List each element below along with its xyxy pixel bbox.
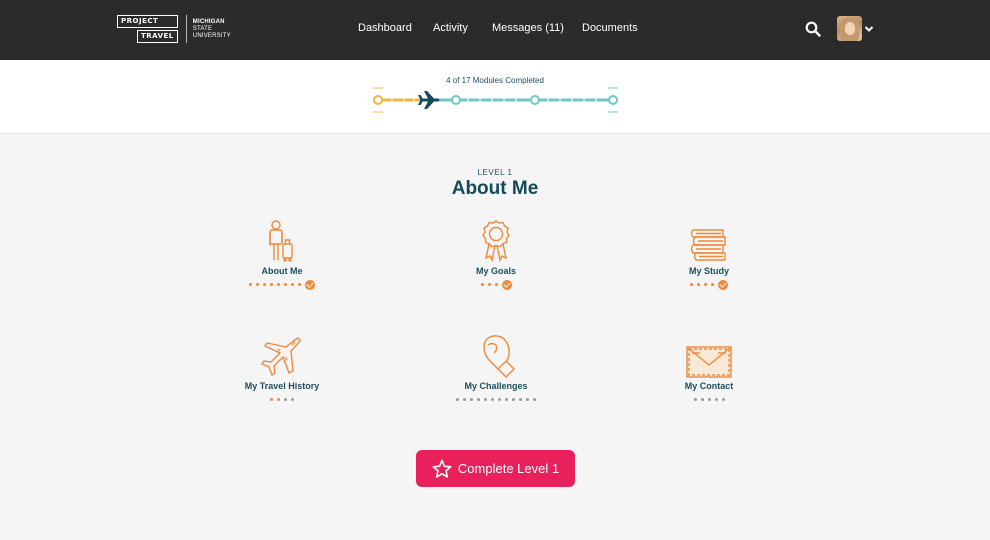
progress-dot-remaining xyxy=(512,398,515,401)
progress-dot-done xyxy=(480,283,484,286)
progress-dot-done xyxy=(270,283,273,286)
boxing-glove-icon xyxy=(483,335,515,378)
progress-dot-remaining xyxy=(714,398,718,401)
module-progress-dots xyxy=(416,279,576,290)
progress-dot-remaining xyxy=(491,398,494,401)
progress-dot-done xyxy=(690,283,693,286)
traveler-icon xyxy=(269,220,293,262)
complete-level-label: Complete Level 1 xyxy=(457,461,560,476)
checkmark-icon xyxy=(718,279,728,290)
progress-dot-done xyxy=(277,398,280,401)
progress-dot-remaining xyxy=(505,398,508,401)
progress-dot-done xyxy=(711,283,714,286)
progress-dot-done xyxy=(487,283,491,286)
module-my-contact[interactable]: My Contact xyxy=(629,333,789,405)
progress-dot-remaining xyxy=(498,398,501,401)
module-progress-dots xyxy=(629,394,789,405)
progress-dot-remaining xyxy=(477,398,480,401)
progress-dot-done xyxy=(291,283,294,286)
award-ribbon-icon xyxy=(482,220,510,263)
module-my-travel-history[interactable]: My Travel History xyxy=(202,333,362,405)
progress-dot-remaining xyxy=(700,398,704,401)
progress-dot-done xyxy=(277,283,280,286)
progress-dot-remaining xyxy=(519,398,522,401)
progress-dot-done xyxy=(697,283,700,286)
progress-dot-remaining xyxy=(291,398,294,401)
progress-dot-done xyxy=(298,283,301,286)
progress-dot-remaining xyxy=(526,398,529,401)
progress-dot-remaining xyxy=(693,398,697,401)
search-icon[interactable] xyxy=(805,21,821,37)
checkmark-icon xyxy=(501,279,512,290)
checkmark-icon xyxy=(305,279,315,290)
progress-dot-done xyxy=(704,283,707,286)
milestone-end xyxy=(608,95,618,105)
envelope-icon xyxy=(686,346,732,378)
progress-dot-done xyxy=(249,283,252,286)
module-label: My Goals xyxy=(475,266,516,276)
module-my-goals[interactable]: My Goals xyxy=(416,218,576,290)
progress-dot-remaining xyxy=(484,398,487,401)
progress-dot-done xyxy=(284,283,287,286)
progress-dot-remaining xyxy=(470,398,473,401)
user-avatar[interactable] xyxy=(837,16,862,41)
module-progress-track xyxy=(373,87,618,113)
level-title: About Me xyxy=(451,178,539,199)
progress-dot-remaining xyxy=(284,398,287,401)
module-progress-dots xyxy=(416,394,576,405)
nav-documents[interactable]: Documents xyxy=(582,22,638,34)
avatar-face xyxy=(845,22,855,35)
airplane-icon xyxy=(260,337,301,377)
module-label: My Travel History xyxy=(244,381,320,391)
progress-dot-remaining xyxy=(463,398,466,401)
module-progress-dots xyxy=(202,279,362,290)
books-icon xyxy=(690,229,726,261)
nav-dashboard[interactable]: Dashboard xyxy=(358,22,412,34)
module-label: My Contact xyxy=(684,381,734,391)
airplane-progress-icon xyxy=(418,91,440,109)
top-navigation-bar: PROJECT TRAVEL MICHIGAN STATE UNIVERSITY… xyxy=(0,0,990,60)
progress-dot-done xyxy=(256,283,259,286)
module-label: My Study xyxy=(688,266,729,276)
complete-level-button[interactable]: Complete Level 1 xyxy=(416,450,575,487)
module-progress-dots xyxy=(202,394,362,405)
milestone-start xyxy=(373,95,383,105)
progress-dot-remaining xyxy=(707,398,711,401)
module-label: My Challenges xyxy=(464,381,528,391)
milestone-3 xyxy=(530,95,540,105)
star-icon xyxy=(432,459,452,478)
progress-dot-remaining xyxy=(533,398,536,401)
nav-activity[interactable]: Activity xyxy=(433,22,468,34)
module-label: About Me xyxy=(261,266,303,276)
module-progress-dots xyxy=(629,279,789,290)
progress-dot-done xyxy=(494,283,498,286)
level-label: LEVEL 1 xyxy=(477,168,513,177)
chevron-down-icon[interactable] xyxy=(864,24,874,34)
milestone-2 xyxy=(451,95,461,105)
progress-dot-done xyxy=(270,398,273,401)
progress-dot-done xyxy=(263,283,266,286)
progress-dot-remaining xyxy=(721,398,725,401)
module-about-me[interactable]: About Me xyxy=(202,218,362,290)
module-my-challenges[interactable]: My Challenges xyxy=(416,333,576,405)
progress-section: 4 of 17 Modules Completed xyxy=(0,60,990,134)
nav-messages[interactable]: Messages (11) xyxy=(492,22,564,34)
module-my-study[interactable]: My Study xyxy=(629,218,789,290)
progress-dot-remaining xyxy=(456,398,459,401)
